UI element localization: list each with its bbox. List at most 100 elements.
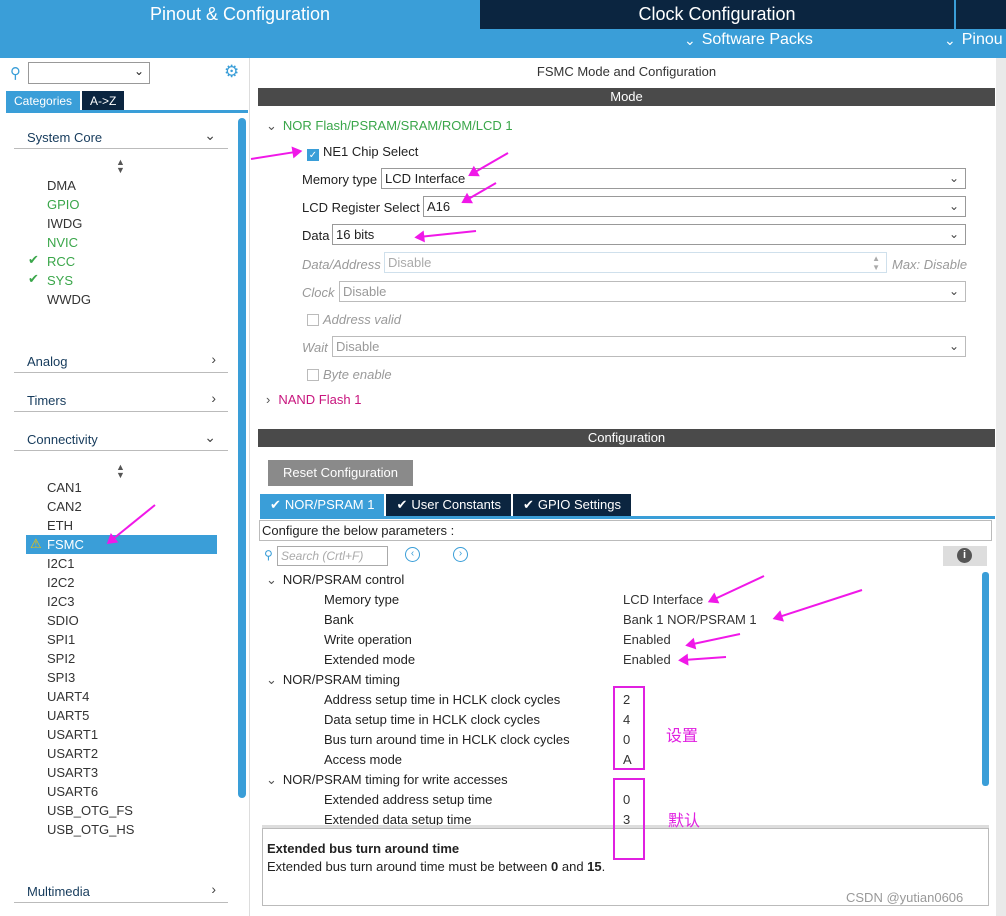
param-extended-address-setup-time: Extended address setup time	[324, 792, 493, 807]
value-bank[interactable]: Bank 1 NOR/PSRAM 1	[623, 610, 757, 630]
chevron-down-icon: ⌄	[266, 572, 277, 587]
list-item-usart1[interactable]: USART1	[47, 725, 98, 744]
gear-icon[interactable]: ⚙	[224, 62, 239, 82]
search-previous-icon[interactable]: ‹	[405, 547, 420, 562]
lcd-register-select[interactable]: A16 ⌄	[423, 196, 966, 217]
tab-user-constants[interactable]: ✔ User Constants	[386, 494, 511, 516]
checkbox-checked-icon: ✓	[307, 149, 319, 161]
list-item-eth[interactable]: ETH	[47, 516, 73, 535]
byte-enable-checkbox[interactable]: Byte enable	[307, 367, 392, 382]
tab-gpio-settings[interactable]: ✔ GPIO Settings	[512, 494, 631, 516]
param-bus-turnaround-time: Bus turn around time in HCLK clock cycle…	[324, 732, 570, 747]
clock-select[interactable]: Disable ⌄	[339, 281, 966, 302]
software-packs-menu[interactable]: ⌄ Software Packs	[684, 31, 813, 49]
parameter-search-input[interactable]: Search (Crtl+F)	[277, 546, 388, 566]
checkbox-icon	[307, 314, 319, 326]
list-item-uart5[interactable]: UART5	[47, 706, 89, 725]
annotation-set-label: 设置	[666, 728, 699, 745]
configure-parameters-label: Configure the below parameters :	[259, 520, 992, 541]
wait-select[interactable]: Disable ⌄	[332, 336, 966, 357]
section-multimedia[interactable]: Multimedia ›	[14, 881, 228, 903]
config-scrollbar[interactable]	[982, 572, 989, 786]
value-memory-type[interactable]: LCD Interface	[623, 590, 703, 610]
tab-more[interactable]	[956, 0, 1006, 29]
data-address-spinner[interactable]: Disable ▲ ▼	[384, 252, 887, 273]
watermark: CSDN @yutian0606	[846, 890, 964, 905]
list-item-fsmc[interactable]: FSMC	[47, 535, 84, 554]
search-next-icon[interactable]: ›	[453, 547, 468, 562]
chevron-right-icon: ›	[211, 390, 216, 406]
list-item-spi1[interactable]: SPI1	[47, 630, 75, 649]
chevron-down-icon: ⌄	[266, 672, 277, 687]
param-write-operation: Write operation	[324, 632, 412, 647]
group-nor-psram-control[interactable]: ⌄ NOR/PSRAM control	[266, 570, 404, 590]
list-item-sys[interactable]: SYS	[47, 271, 73, 290]
ne1-chip-select-checkbox[interactable]: ✓ NE1 Chip Select	[307, 144, 418, 161]
chevron-down-icon: ⌄	[266, 772, 277, 787]
annotation-box-set	[613, 686, 645, 770]
list-item-i2c3[interactable]: I2C3	[47, 592, 74, 611]
param-access-mode: Access mode	[324, 752, 403, 767]
chevron-right-icon: ›	[211, 881, 216, 897]
group-nor-psram-timing[interactable]: ⌄ NOR/PSRAM timing	[266, 670, 400, 690]
list-item-spi2[interactable]: SPI2	[47, 649, 75, 668]
list-item-sdio[interactable]: SDIO	[47, 611, 79, 630]
chevron-down-icon: ⌄	[948, 339, 959, 353]
sort-icon[interactable]: ▲ ▼	[116, 463, 125, 480]
lcd-register-select-label: LCD Register Select	[302, 200, 420, 215]
left-scrollbar[interactable]	[238, 118, 246, 798]
check-circle-icon: ✔	[270, 497, 281, 512]
config-tabs-underline	[260, 516, 995, 519]
tab-a-z[interactable]: A->Z	[82, 91, 125, 111]
tab-nor-psram-1[interactable]: ✔ NOR/PSRAM 1	[260, 494, 385, 516]
section-connectivity[interactable]: Connectivity ⌄	[14, 429, 228, 451]
list-item-spi3[interactable]: SPI3	[47, 668, 75, 687]
param-data-setup-time: Data setup time in HCLK clock cycles	[324, 712, 541, 727]
list-item-usb-otg-fs[interactable]: USB_OTG_FS	[47, 801, 133, 820]
list-item-uart4[interactable]: UART4	[47, 687, 89, 706]
chevron-down-icon: ⌄	[266, 118, 277, 133]
list-item-can2[interactable]: CAN2	[47, 497, 82, 516]
list-item-usb-otg-hs[interactable]: USB_OTG_HS	[47, 820, 134, 839]
config-tabs: ✔ NOR/PSRAM 1 ✔ User Constants ✔ GPIO Setti…	[260, 494, 631, 516]
value-extended-mode[interactable]: Enabled	[623, 650, 671, 670]
category-tabs-underline	[6, 110, 248, 113]
memory-type-label: Memory type	[302, 172, 378, 187]
list-item-wwdg[interactable]: WWDG	[47, 290, 91, 309]
sort-icon[interactable]: ▲ ▼	[116, 158, 125, 175]
list-item-can1[interactable]: CAN1	[47, 478, 82, 497]
list-item-gpio[interactable]: GPIO	[47, 195, 80, 214]
list-item-iwdg[interactable]: IWDG	[47, 214, 82, 233]
tab-pinout-configuration[interactable]: Pinout & Configuration	[0, 0, 480, 29]
chevron-down-icon: ⌄	[133, 64, 144, 78]
nand-flash-group[interactable]: › NAND Flash 1	[266, 392, 361, 407]
tab-clock-configuration[interactable]: Clock Configuration	[480, 0, 954, 29]
annotation-default-label: 默认	[668, 813, 701, 830]
section-timers[interactable]: Timers ›	[14, 390, 228, 412]
data-address-label: Data/Address	[302, 257, 381, 272]
value-write-operation[interactable]: Enabled	[623, 630, 671, 650]
list-item-nvic[interactable]: NVIC	[47, 233, 78, 252]
list-item-usart6[interactable]: USART6	[47, 782, 98, 801]
group-nor-psram-timing-write[interactable]: ⌄ NOR/PSRAM timing for write accesses	[266, 770, 508, 790]
list-item-dma[interactable]: DMA	[47, 176, 76, 195]
chevron-down-icon: ⌄	[948, 227, 959, 241]
chevron-down-icon: ⌄	[204, 429, 216, 445]
reset-configuration-button[interactable]: Reset Configuration	[268, 460, 413, 486]
checkbox-icon	[307, 369, 319, 381]
list-item-usart2[interactable]: USART2	[47, 744, 98, 763]
section-analog[interactable]: Analog ›	[14, 351, 228, 373]
pinout-view-menu[interactable]: ⌄ Pinou	[944, 31, 1003, 49]
tab-categories[interactable]: Categories	[6, 91, 81, 111]
list-item-i2c2[interactable]: I2C2	[47, 573, 74, 592]
spinner-arrows-icon: ▲ ▼	[872, 254, 880, 272]
address-valid-checkbox[interactable]: Address valid	[307, 312, 401, 327]
list-item-i2c1[interactable]: I2C1	[47, 554, 74, 573]
category-search-input[interactable]: ⌄	[28, 62, 150, 84]
nor-flash-group[interactable]: ⌄ NOR Flash/PSRAM/SRAM/ROM/LCD 1	[266, 118, 513, 134]
info-button[interactable]: i	[943, 546, 987, 566]
section-system-core[interactable]: System Core ⌄	[14, 127, 228, 149]
search-icon: ⚲	[264, 548, 273, 562]
list-item-usart3[interactable]: USART3	[47, 763, 98, 782]
list-item-rcc[interactable]: RCC	[47, 252, 75, 271]
